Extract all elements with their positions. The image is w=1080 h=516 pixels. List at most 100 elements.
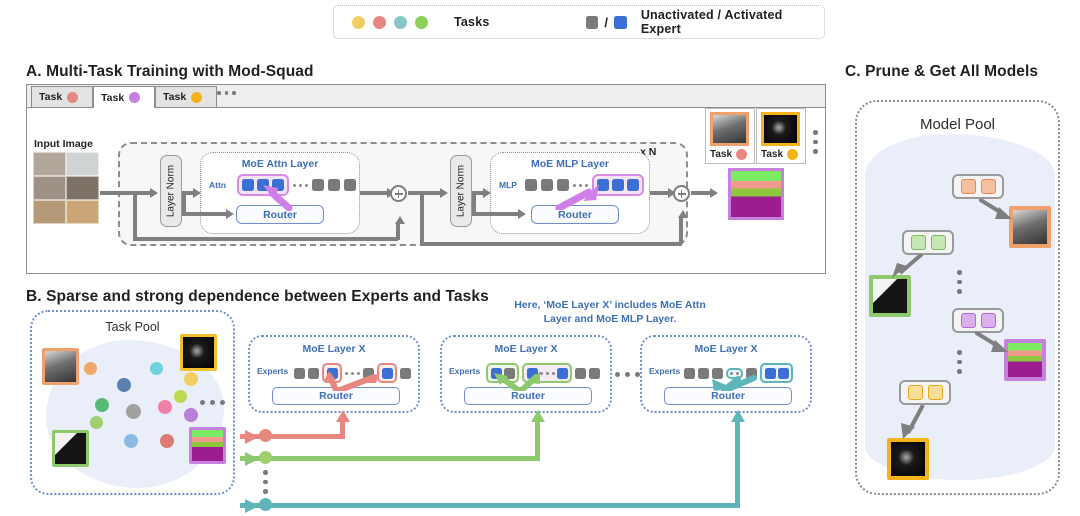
expert-cell[interactable] — [612, 179, 624, 191]
expert-cell[interactable] — [556, 367, 568, 379]
wire-residual-up-2 — [679, 216, 683, 244]
input-image-label: Input Image — [34, 138, 93, 150]
task-output-thumb-depth — [710, 112, 749, 146]
legend-task-dot-1 — [352, 15, 365, 29]
moe-mlp-layer-title: MoE MLP Layer — [531, 158, 609, 170]
model-arrow-4 — [901, 405, 925, 439]
model-output-thumb-edge — [887, 438, 929, 480]
attn-expert-row — [237, 174, 356, 196]
expert-ellipsis — [293, 183, 308, 187]
expert-cell[interactable] — [400, 367, 411, 379]
tab-task-1[interactable]: Task — [31, 86, 93, 107]
wire-arrowhead — [483, 188, 491, 198]
expert-cell[interactable] — [328, 179, 340, 191]
route-start-arrow-3 — [245, 499, 259, 513]
task-label: Task — [761, 149, 784, 160]
expert-cell — [927, 385, 943, 400]
route-junction-dot-1 — [259, 429, 272, 442]
model-output-thumb-depth — [1009, 206, 1051, 248]
wire-norm1-branch-down — [133, 191, 137, 241]
legend-task-dots — [352, 15, 428, 29]
task-color-dot — [736, 149, 748, 160]
wire-arrowhead — [193, 188, 201, 198]
route-ellipsis — [263, 470, 268, 494]
task-dot — [126, 404, 141, 419]
residual-add-2 — [673, 185, 690, 202]
task-pool-thumb-edge — [180, 334, 217, 371]
task-dot — [174, 390, 187, 403]
expert-cell — [930, 235, 946, 250]
router-to-experts-arrows — [712, 375, 757, 391]
activated-expert-swatch — [613, 15, 627, 29]
expert-cell[interactable] — [344, 179, 356, 191]
model-pool-ellipsis-2 — [957, 350, 962, 374]
expert-cell[interactable] — [627, 179, 639, 191]
tab-label: Task — [39, 91, 63, 103]
model-expert-pair-4[interactable] — [899, 380, 951, 405]
task-output-ellipsis — [813, 130, 818, 154]
attn-prefix-label: Attn — [209, 180, 226, 190]
moe-layer-title: MoE Layer X — [302, 343, 366, 355]
expert-cell[interactable] — [294, 367, 305, 379]
route-line-3-up — [735, 420, 740, 506]
expert-cell[interactable] — [312, 179, 324, 191]
moe-layer-title: MoE Layer X — [694, 343, 758, 355]
wire-residual-bottom-2 — [420, 242, 682, 246]
panel-c-title: C. Prune & Get All Models — [845, 63, 1039, 80]
model-arrow-2 — [892, 254, 924, 278]
expert-cell[interactable] — [684, 367, 695, 379]
input-image-patch-grid — [33, 152, 99, 224]
model-expert-pair-1[interactable] — [952, 174, 1004, 199]
tab-label: Task — [163, 91, 187, 103]
layer-norm-label: Layer Norm — [455, 164, 467, 218]
expert-cell[interactable] — [575, 367, 586, 379]
expert-cell — [960, 313, 976, 328]
model-expert-pair-2[interactable] — [902, 230, 954, 255]
expert-cell — [907, 385, 923, 400]
model-arrow-1 — [979, 199, 1012, 219]
expert-cell[interactable] — [589, 367, 600, 379]
layer-norm-2: Layer Norm — [450, 155, 472, 227]
route-line-1-up — [340, 420, 345, 438]
tab-label: Task — [101, 91, 125, 104]
task-dot — [95, 398, 109, 412]
task-output-label-1: Task — [710, 149, 748, 160]
attn-router-to-expert-arrow — [263, 185, 293, 211]
task-dot — [184, 372, 198, 386]
model-pool-ellipsis — [957, 270, 962, 294]
model-output-thumb-normal — [869, 275, 911, 317]
moe-mlp-layer-container: MoE MLP Layer MLP Router — [490, 152, 650, 234]
layer-norm-label: Layer Norm — [165, 164, 177, 218]
moe-layer-x-2: MoE Layer X Experts Router — [440, 335, 612, 413]
residual-add-1 — [390, 185, 407, 202]
legend-slash: / — [604, 14, 608, 30]
task-dot — [90, 416, 103, 429]
model-arrow-3 — [975, 332, 1008, 352]
route-arrowhead-3 — [731, 410, 745, 422]
expert-cell[interactable] — [525, 179, 537, 191]
task-dot — [124, 434, 138, 448]
tab-task-3[interactable]: Task — [155, 86, 217, 107]
wire-residual-up-1 — [396, 222, 400, 240]
experts-label: Experts — [649, 366, 681, 376]
task-dot — [84, 362, 97, 375]
expert-cell[interactable] — [242, 179, 254, 191]
task-color-dot — [787, 149, 799, 160]
route-junction-dot-2 — [259, 451, 272, 464]
tab-color-dot — [191, 91, 203, 103]
model-expert-pair-3[interactable] — [952, 308, 1004, 333]
task-pool-thumb-seg — [189, 427, 226, 464]
router-to-experts-arrows — [324, 371, 380, 391]
tab-overflow-ellipsis[interactable] — [217, 91, 236, 95]
task-pool-container: Task Pool — [30, 310, 235, 495]
route-line-2-up — [535, 420, 540, 460]
expert-cell[interactable] — [777, 367, 789, 379]
moe-layer-x-3: MoE Layer X Experts Router — [640, 335, 812, 413]
expert-cell — [980, 313, 996, 328]
unactivated-expert-swatch — [585, 15, 599, 29]
legend-expert-label: Unactivated / Activated Expert — [640, 8, 783, 36]
expert-cell[interactable] — [541, 179, 553, 191]
legend-tasks-label: Tasks — [454, 15, 490, 29]
tab-task-2[interactable]: Task — [93, 86, 155, 108]
moe-attn-layer-title: MoE Attn Layer — [241, 158, 319, 170]
